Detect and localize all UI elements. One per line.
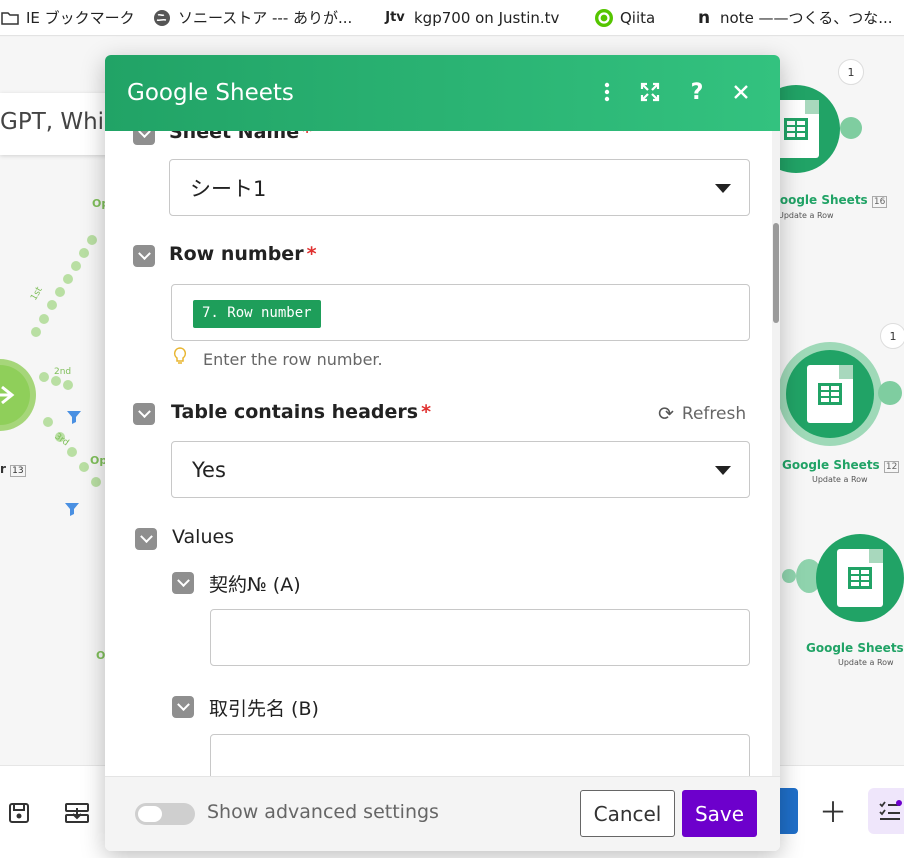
sheet-name-label: Sheet Name *: [169, 131, 313, 143]
justintv-icon: Jtv: [385, 10, 405, 25]
bookmark-label: ソニーストア --- ありが...: [178, 9, 353, 27]
toggle-knob: [138, 806, 162, 822]
bookmark-justintv[interactable]: Jtv kgp700 on Justin.tv: [382, 0, 560, 35]
bookmark-label: kgp700 on Justin.tv: [414, 8, 560, 27]
collapse-toggle[interactable]: [133, 245, 155, 267]
collapse-toggle[interactable]: [135, 528, 157, 550]
dialog-footer: Show advanced settings Cancel Save: [105, 776, 780, 851]
value-a-label: 契約№ (A): [209, 574, 301, 596]
node-label: Google Sheets 12: [782, 458, 900, 473]
notes-button[interactable]: [868, 788, 904, 834]
node-label: Google Sheets: [806, 641, 904, 655]
close-icon[interactable]: [726, 77, 756, 107]
scenario-name-input[interactable]: GPT, Whis: [0, 93, 120, 155]
note-icon: n: [697, 7, 711, 28]
collapse-toggle[interactable]: [172, 572, 194, 594]
operations-badge: 1: [880, 323, 904, 349]
bookmark-sony[interactable]: ソニーストア --- ありが...: [152, 0, 353, 35]
collapse-toggle[interactable]: [133, 131, 155, 145]
bookmark-label: Qiita: [620, 8, 656, 27]
add-icon[interactable]: ＋: [818, 796, 848, 829]
chevron-down-icon: [715, 184, 731, 193]
google-sheets-icon: [807, 365, 853, 423]
lightbulb-icon: [173, 347, 187, 364]
values-label: Values: [172, 526, 235, 548]
save-button[interactable]: Save: [682, 790, 757, 837]
folder-icon: [0, 8, 20, 28]
add-module-handle[interactable]: [878, 381, 902, 405]
value-b-input[interactable]: [210, 734, 750, 776]
filter-icon[interactable]: [62, 499, 82, 519]
expand-icon[interactable]: [635, 77, 665, 107]
google-sheets-node[interactable]: [786, 350, 874, 438]
qiita-icon: [594, 8, 614, 28]
advanced-settings-label[interactable]: Show advanced settings: [207, 801, 439, 823]
add-module-handle[interactable]: [840, 117, 862, 139]
connector-dot: [782, 569, 796, 583]
route-label: 2nd: [54, 367, 72, 377]
node-label: Google Sheets 16: [770, 193, 888, 208]
table-headers-label: Table contains headers *: [171, 401, 431, 423]
google-sheets-icon: [837, 549, 883, 607]
module-settings-dialog: Google Sheets ? Sheet Name * シート1 Row num…: [105, 55, 780, 851]
bookmark-qiita[interactable]: Qiita: [594, 0, 656, 35]
filter-icon[interactable]: [64, 407, 84, 427]
dialog-title: Google Sheets: [127, 80, 294, 106]
bookmark-ie[interactable]: IE ブックマーク: [0, 0, 135, 35]
table-headers-select[interactable]: Yes: [171, 441, 750, 498]
row-number-label: Row number *: [169, 243, 317, 265]
save-icon[interactable]: [4, 798, 34, 828]
google-sheets-node[interactable]: [816, 534, 904, 622]
value-b-label: 取引先名 (B): [209, 698, 319, 720]
sheet-name-select[interactable]: シート1: [169, 159, 750, 216]
dialog-body[interactable]: Sheet Name * シート1 Row number * 7. Row numb…: [105, 131, 780, 776]
collapse-toggle[interactable]: [133, 403, 155, 425]
refresh-icon: ⟳: [658, 403, 674, 425]
router-node[interactable]: [0, 345, 38, 445]
bookmark-label: IE ブックマーク: [26, 9, 135, 27]
table-headers-value: Yes: [192, 457, 226, 482]
help-icon[interactable]: ?: [682, 77, 712, 107]
router-label: r 13: [0, 462, 26, 477]
advanced-settings-toggle[interactable]: [135, 803, 195, 825]
row-number-input[interactable]: 7. Row number: [171, 284, 750, 341]
row-number-hint: Enter the row number.: [203, 350, 383, 369]
dialog-header: Google Sheets ?: [105, 55, 780, 131]
bookmark-label: note ——つくる、つな...: [720, 9, 893, 27]
globe-icon: [152, 8, 172, 28]
bookmark-note[interactable]: n note ——つくる、つな...: [694, 0, 893, 35]
bookmarks-bar: IE ブックマーク ソニーストア --- ありが... Jtv kgp700 o…: [0, 0, 904, 36]
collapse-toggle[interactable]: [172, 696, 194, 718]
refresh-button[interactable]: ⟳ Refresh: [658, 403, 746, 425]
cancel-button[interactable]: Cancel: [580, 790, 675, 837]
checklist-icon: [879, 800, 902, 820]
mapped-value-pill[interactable]: 7. Row number: [193, 300, 321, 328]
refresh-label: Refresh: [681, 404, 747, 424]
chevron-down-icon: [715, 466, 731, 475]
import-blueprint-icon[interactable]: [62, 798, 92, 828]
sheet-name-value: シート1: [190, 176, 267, 201]
operations-badge: 1: [838, 59, 864, 85]
scrollbar-thumb[interactable]: [773, 223, 779, 323]
node-subtitle: Update a Row: [778, 211, 834, 220]
more-vertical-icon[interactable]: [592, 77, 622, 107]
node-subtitle: Update a Row: [838, 658, 894, 667]
value-a-input[interactable]: [210, 609, 750, 666]
node-subtitle: Update a Row: [812, 475, 868, 484]
